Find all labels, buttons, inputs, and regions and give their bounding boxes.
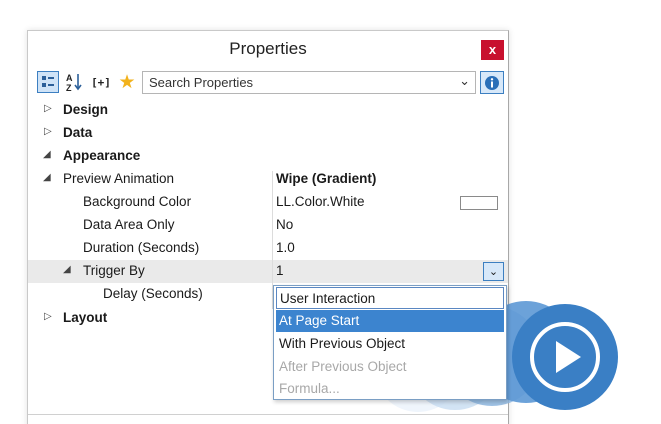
property-label: Preview Animation (63, 171, 175, 186)
info-icon (485, 75, 499, 90)
title-bar: Properties x (28, 31, 508, 68)
property-value[interactable]: 1.0 (276, 240, 295, 255)
chevron-down-icon[interactable]: ⌄ (459, 73, 470, 89)
property-value[interactable]: LL.Color.White (276, 194, 365, 209)
chevron-down-icon: ⌄ (488, 266, 499, 278)
collapse-triangle-icon[interactable]: ◢ (63, 264, 71, 275)
property-label: Trigger By (83, 263, 145, 278)
expand-triangle-icon[interactable]: ▷ (44, 103, 52, 114)
collapse-triangle-icon[interactable]: ◢ (43, 172, 51, 183)
option-with-previous-object[interactable]: With Previous Object (276, 333, 504, 355)
play-icon (512, 304, 618, 410)
svg-text:Z: Z (66, 83, 72, 92)
expand-triangle-icon[interactable]: ▷ (44, 126, 52, 137)
favorites-button[interactable]: ★ (116, 71, 138, 93)
categorized-icon (42, 76, 54, 87)
property-duration[interactable]: Duration (Seconds) 1.0 (28, 237, 508, 260)
svg-text:A: A (66, 73, 73, 83)
option-user-interaction[interactable]: User Interaction (276, 287, 504, 309)
sort-alpha-icon: A Z (66, 73, 82, 92)
close-button[interactable]: x (481, 40, 504, 60)
expand-triangle-icon[interactable]: ▷ (44, 311, 52, 322)
expand-all-button[interactable]: [+] (87, 71, 115, 93)
trigger-by-dropdown: User Interaction At Page Start With Prev… (273, 285, 507, 400)
category-data[interactable]: ▷ Data (28, 122, 508, 145)
property-value[interactable]: Wipe (Gradient) (276, 171, 376, 186)
info-button[interactable] (480, 71, 504, 94)
property-value[interactable]: 1 (276, 263, 284, 278)
property-data-area-only[interactable]: Data Area Only No (28, 214, 508, 237)
category-appearance[interactable]: ◢ Appearance (28, 145, 508, 168)
star-icon: ★ (118, 71, 136, 93)
category-design[interactable]: ▷ Design (28, 99, 508, 122)
dropdown-button[interactable]: ⌄ (483, 262, 504, 281)
property-value[interactable]: No (276, 217, 293, 232)
color-swatch[interactable] (460, 196, 498, 210)
property-label: Background Color (83, 194, 192, 209)
option-formula: Formula... (279, 381, 340, 396)
search-placeholder: Search Properties (149, 75, 254, 90)
property-label: Duration (Seconds) (83, 240, 200, 255)
categorized-view-button[interactable] (37, 71, 59, 93)
description-panel (28, 414, 508, 424)
property-preview-animation[interactable]: ◢ Preview Animation Wipe (Gradient) (28, 168, 508, 191)
property-label: Data Area Only (83, 217, 175, 232)
sort-alphabetical-button[interactable]: A Z (63, 71, 85, 93)
search-input[interactable]: Search Properties ⌄ (142, 71, 476, 94)
category-label: Appearance (63, 148, 141, 163)
option-at-page-start[interactable]: At Page Start (276, 310, 504, 332)
property-background-color[interactable]: Background Color LL.Color.White (28, 191, 508, 214)
collapse-triangle-icon[interactable]: ◢ (43, 149, 51, 160)
category-label: Design (63, 102, 109, 117)
option-after-previous-object: After Previous Object (279, 359, 407, 374)
toolbar: A Z [+] ★ Search Properties ⌄ (28, 68, 508, 96)
category-label: Layout (63, 310, 108, 325)
property-label: Delay (Seconds) (103, 286, 203, 301)
window-title: Properties (229, 39, 307, 58)
category-label: Data (63, 125, 93, 140)
property-trigger-by[interactable]: ◢ Trigger By 1 ⌄ (28, 260, 508, 283)
